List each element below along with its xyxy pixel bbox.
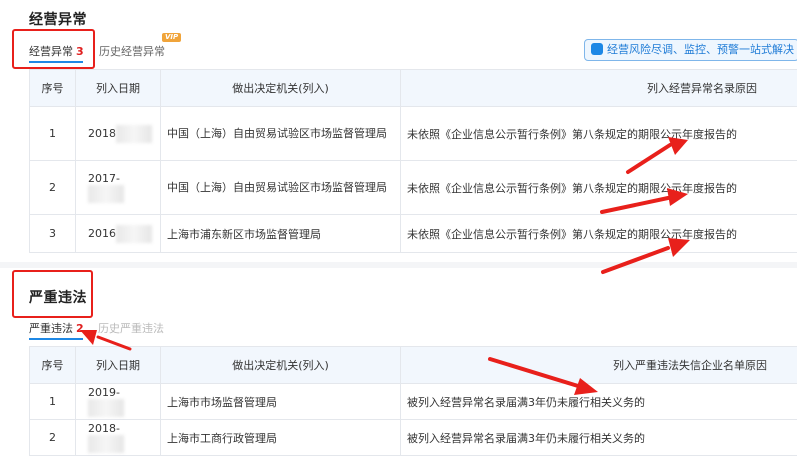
redacted-blur	[88, 399, 124, 417]
section-title-abnormal: 经营异常	[29, 12, 87, 28]
table-row: 1 2019- 上海市市场监督管理局 被列入经营异常名录届满3年仍未履行相关义务…	[29, 383, 797, 420]
cell-authority[interactable]: 中国（上海）自由贸易试验区市场监督管理局	[160, 160, 401, 215]
promo-banner[interactable]: 经营风险尽调、监控、预警一站式解决	[584, 39, 797, 61]
cell-reason: 未依照《企业信息公示暂行条例》第八条规定的期限公示年度报告的	[400, 214, 797, 253]
cell-date: 2018-	[75, 419, 161, 456]
date-text: 2018	[88, 126, 116, 140]
cell-no: 1	[29, 383, 76, 420]
cell-reason: 被列入经营异常名录届满3年仍未履行相关义务的	[400, 419, 797, 456]
cell-date: 2018	[75, 106, 161, 161]
violation-table: 序号 列入日期 做出决定机关(列入) 列入严重违法失信企业名单原因 1 2019…	[29, 346, 797, 456]
date-text: 2018-	[88, 422, 120, 435]
cell-date: 2017-	[75, 160, 161, 215]
redacted-blur	[88, 185, 124, 203]
count-badge: 2	[76, 322, 84, 335]
cell-date: 2019-	[75, 383, 161, 420]
cell-no: 2	[29, 419, 76, 456]
table-header-row: 序号 列入日期 做出决定机关(列入) 列入严重违法失信企业名单原因	[29, 346, 797, 384]
col-header-authority: 做出决定机关(列入)	[160, 69, 401, 107]
annotation-box-tab-abnormal	[12, 29, 95, 69]
promo-text: 经营风险尽调、监控、预警一站式解决	[607, 43, 794, 56]
tab-label: 严重违法	[29, 322, 73, 335]
col-header-reason: 列入严重违法失信企业名单原因	[400, 346, 797, 384]
tab-history-violation[interactable]: 历史严重违法	[98, 320, 164, 336]
abnormal-table: 序号 列入日期 做出决定机关(列入) 列入经营异常名录原因 1 2018 中国（…	[29, 69, 797, 253]
col-header-authority: 做出决定机关(列入)	[160, 346, 401, 384]
table-row: 1 2018 中国（上海）自由贸易试验区市场监督管理局 未依照《企业信息公示暂行…	[29, 106, 797, 161]
table-row: 2 2017- 中国（上海）自由贸易试验区市场监督管理局 未依照《企业信息公示暂…	[29, 160, 797, 215]
col-header-no: 序号	[29, 69, 76, 107]
cell-no: 3	[29, 214, 76, 253]
col-header-no: 序号	[29, 346, 76, 384]
col-header-reason: 列入经营异常名录原因	[400, 69, 797, 107]
tab-active-underline	[29, 338, 83, 340]
redacted-blur	[116, 124, 152, 143]
cell-authority[interactable]: 中国（上海）自由贸易试验区市场监督管理局	[160, 106, 401, 161]
cell-authority[interactable]: 上海市浦东新区市场监督管理局	[160, 214, 401, 253]
cell-reason: 未依照《企业信息公示暂行条例》第八条规定的期限公示年度报告的	[400, 160, 797, 215]
date-text: 2017-	[88, 172, 120, 185]
col-header-date: 列入日期	[75, 69, 161, 107]
date-text: 2019-	[88, 386, 120, 399]
date-text: 2016	[88, 226, 116, 240]
cell-no: 1	[29, 106, 76, 161]
table-row: 3 2016 上海市浦东新区市场监督管理局 未依照《企业信息公示暂行条例》第八条…	[29, 214, 797, 253]
tab-history-abnormal[interactable]: 历史经营异常	[99, 43, 165, 59]
cell-authority[interactable]: 上海市市场监督管理局	[160, 383, 401, 420]
annotation-box-title-violation	[12, 270, 93, 318]
redacted-blur	[116, 224, 152, 243]
redacted-blur	[88, 435, 124, 453]
vip-badge: VIP	[162, 33, 182, 42]
cell-authority[interactable]: 上海市工商行政管理局	[160, 419, 401, 456]
table-row: 2 2018- 上海市工商行政管理局 被列入经营异常名录届满3年仍未履行相关义务…	[29, 419, 797, 456]
cell-date: 2016	[75, 214, 161, 253]
tab-serious-violation[interactable]: 严重违法 2	[29, 320, 84, 336]
document-icon	[591, 43, 603, 55]
cell-reason: 未依照《企业信息公示暂行条例》第八条规定的期限公示年度报告的	[400, 106, 797, 161]
table-header-row: 序号 列入日期 做出决定机关(列入) 列入经营异常名录原因	[29, 69, 797, 107]
cell-reason: 被列入经营异常名录届满3年仍未履行相关义务的	[400, 383, 797, 420]
cell-no: 2	[29, 160, 76, 215]
col-header-date: 列入日期	[75, 346, 161, 384]
